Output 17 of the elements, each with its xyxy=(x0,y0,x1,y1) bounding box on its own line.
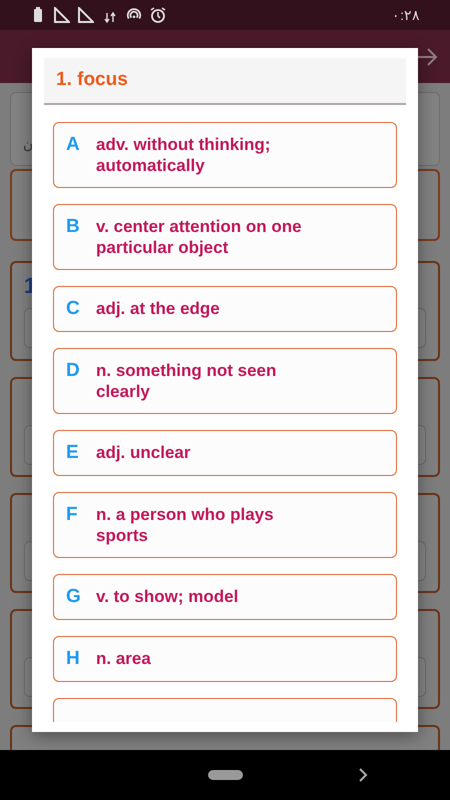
option-button[interactable]: D n. something not seen clearly xyxy=(53,348,397,414)
option-button[interactable]: C adj. at the edge xyxy=(53,286,397,332)
hint-text: ن xyxy=(23,135,33,154)
dialog-title: 1. focus xyxy=(44,58,406,104)
option-button[interactable]: H n. area xyxy=(53,636,397,682)
chevron-right-icon xyxy=(358,767,368,783)
option-button[interactable]: F n. a person who plays sports xyxy=(53,492,397,558)
option-button[interactable]: B v. center attention on one particular object xyxy=(53,204,397,270)
arrow-right-icon xyxy=(416,46,438,66)
home-button[interactable] xyxy=(208,770,243,780)
option-button[interactable]: E adj. unclear xyxy=(53,430,397,476)
option-button[interactable]: A adv. without thinking; automatically xyxy=(53,122,397,188)
signal-icon xyxy=(78,7,94,23)
option-button[interactable]: G v. to show; model xyxy=(53,574,397,620)
signal-icon xyxy=(54,7,70,23)
alarm-icon xyxy=(150,7,166,23)
status-time: ۰:۲۸ xyxy=(392,6,420,24)
